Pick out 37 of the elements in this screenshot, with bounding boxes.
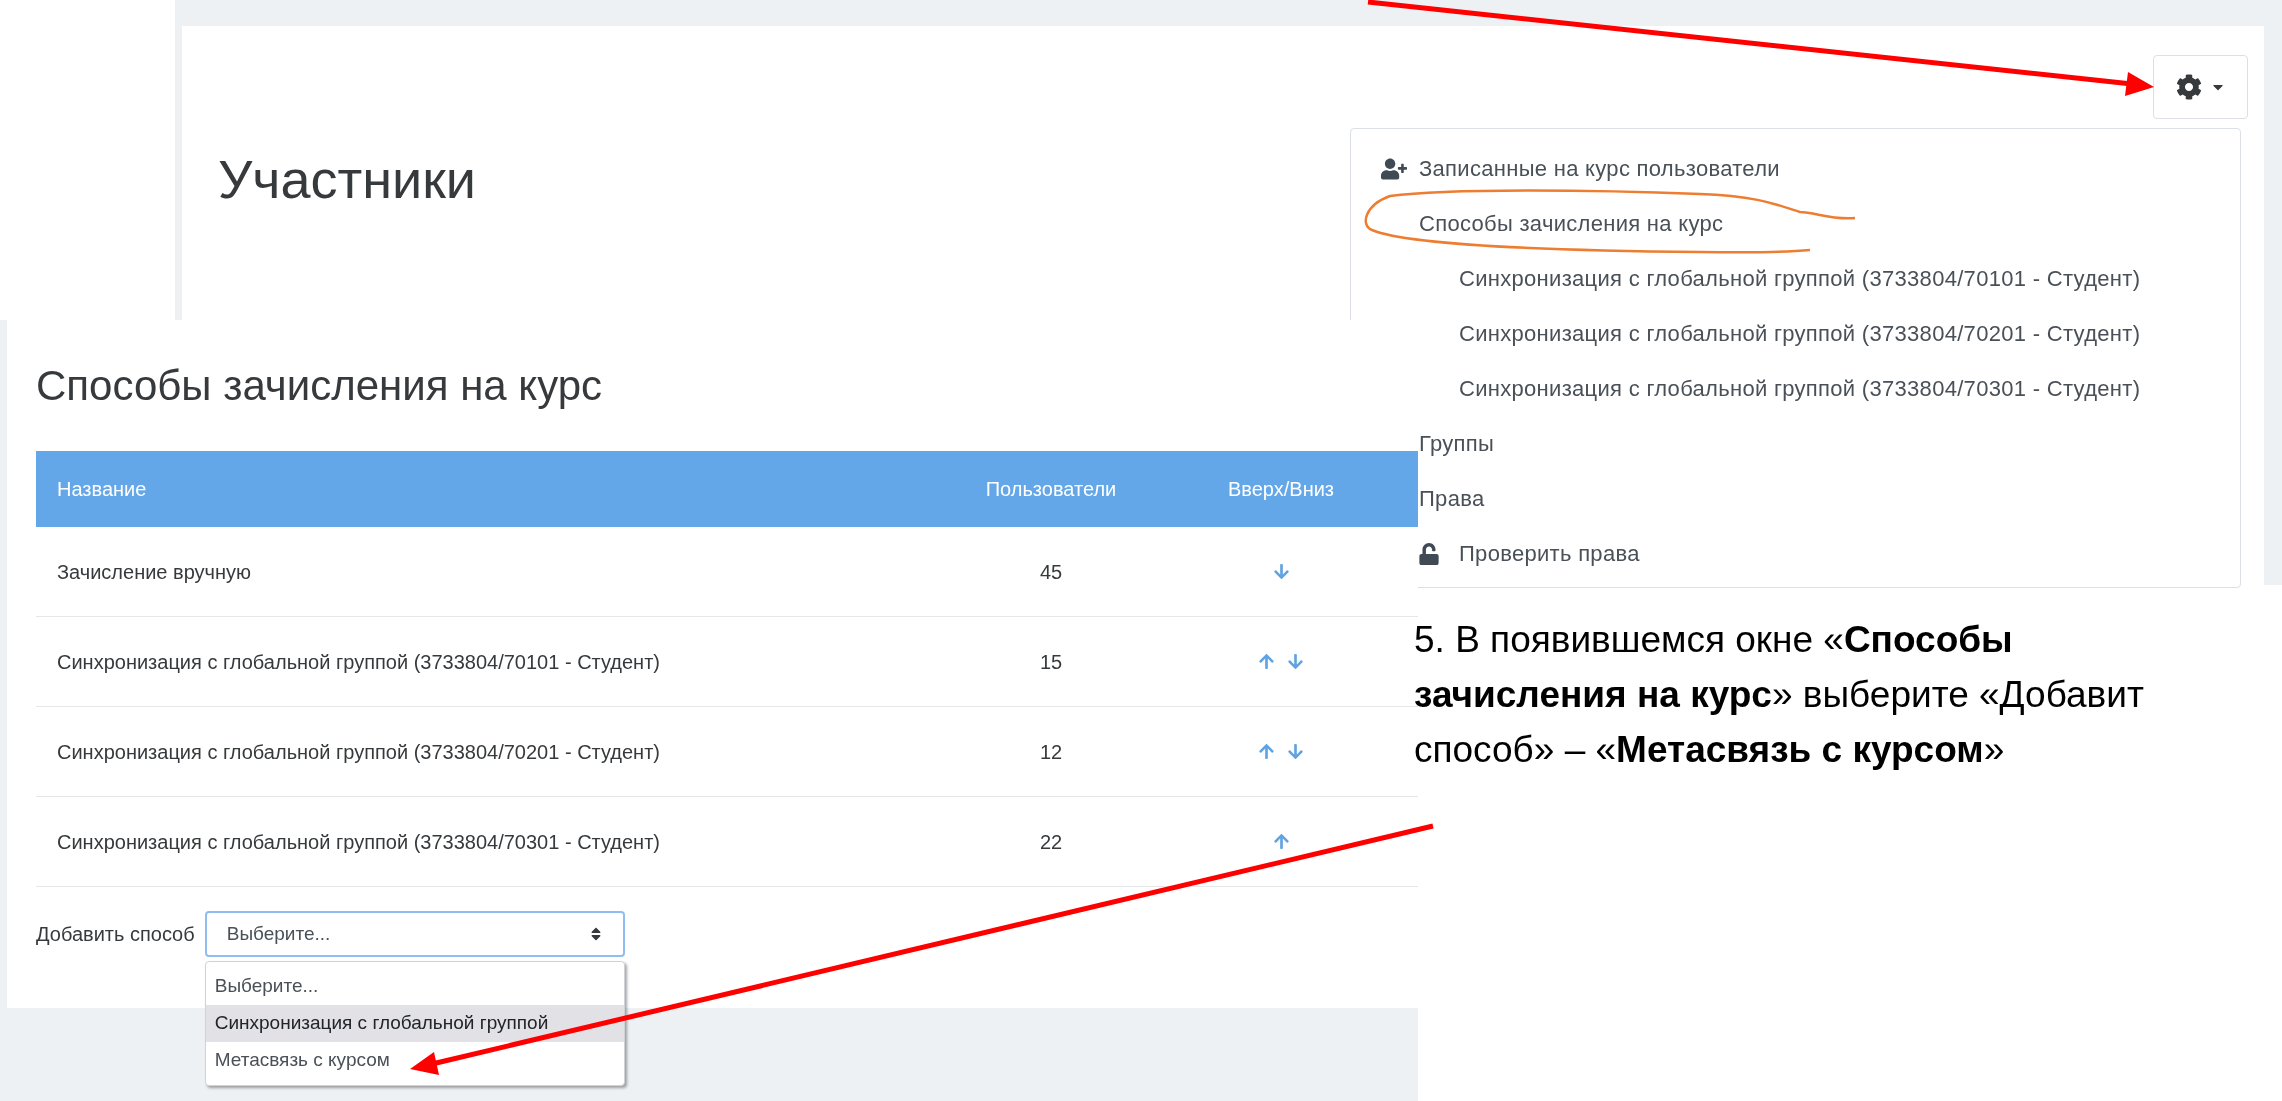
menu-item[interactable]: Проверить права [1459, 537, 1640, 570]
table-cell-text: 15 [1038, 649, 1064, 675]
move-up-icon[interactable] [1272, 833, 1290, 850]
table-cell-text: Зачисление вручную [56, 559, 253, 585]
table-cell-text: 12 [1038, 739, 1064, 765]
table-cell-text: Синхронизация с глобальной группой (3733804/70101 - Студент) [56, 649, 661, 675]
menu-item[interactable]: Записанные на курс пользователи [1419, 152, 1780, 185]
column-header: Название [56, 477, 148, 502]
page-title: Участники [218, 152, 476, 206]
menu-item[interactable]: Права [1419, 482, 1485, 515]
select-field[interactable]: Выберите... [204, 911, 625, 957]
dropdown-option[interactable]: Выберите... [205, 968, 624, 1005]
settings-icon [2175, 74, 2202, 100]
menu-item[interactable]: Способы зачисления на курс [1419, 207, 1724, 240]
column-header: Пользователи [984, 477, 1118, 502]
instruction-text: 5. В появившемся окне «Способы зачисления на курс» выберите «Добавит способ» – «Метасвязь с курсом» [1414, 618, 2144, 772]
menu-item[interactable]: Синхронизация с глобальной группой (3733804/70301 - Студент) [1459, 372, 2141, 405]
menu-item[interactable]: Синхронизация с глобальной группой (3733804/70101 - Студент) [1459, 262, 2141, 295]
user-plus-icon [1381, 157, 1407, 180]
dropdown-option[interactable]: Метасвязь с курсом [205, 1042, 624, 1079]
move-down-icon[interactable] [1272, 563, 1290, 580]
table-cell-text: Синхронизация с глобальной группой (3733804/70201 - Студент) [56, 739, 661, 765]
column-header: Вверх/Вниз [1226, 477, 1335, 502]
field-label: Добавить способ [36, 922, 195, 947]
move-up-icon[interactable] [1258, 653, 1275, 670]
table-cell-text: 22 [1038, 829, 1064, 855]
table-cell-text: Синхронизация с глобальной группой (3733804/70301 - Студент) [56, 829, 661, 855]
move-down-icon[interactable] [1287, 653, 1304, 670]
section-title: Способы зачисления на курс [36, 361, 604, 411]
unlocked-padlock-icon [1419, 542, 1439, 565]
menu-item[interactable]: Синхронизация с глобальной группой (3733804/70201 - Студент) [1459, 317, 2141, 350]
settings-menu-button[interactable] [2153, 55, 2248, 119]
table-cell-text: 45 [1038, 559, 1064, 585]
move-up-icon[interactable] [1258, 743, 1275, 760]
menu-item[interactable]: Группы [1419, 427, 1495, 460]
dropdown-option[interactable]: Синхронизация с глобальной группой [205, 1005, 624, 1042]
move-down-icon[interactable] [1287, 743, 1304, 760]
